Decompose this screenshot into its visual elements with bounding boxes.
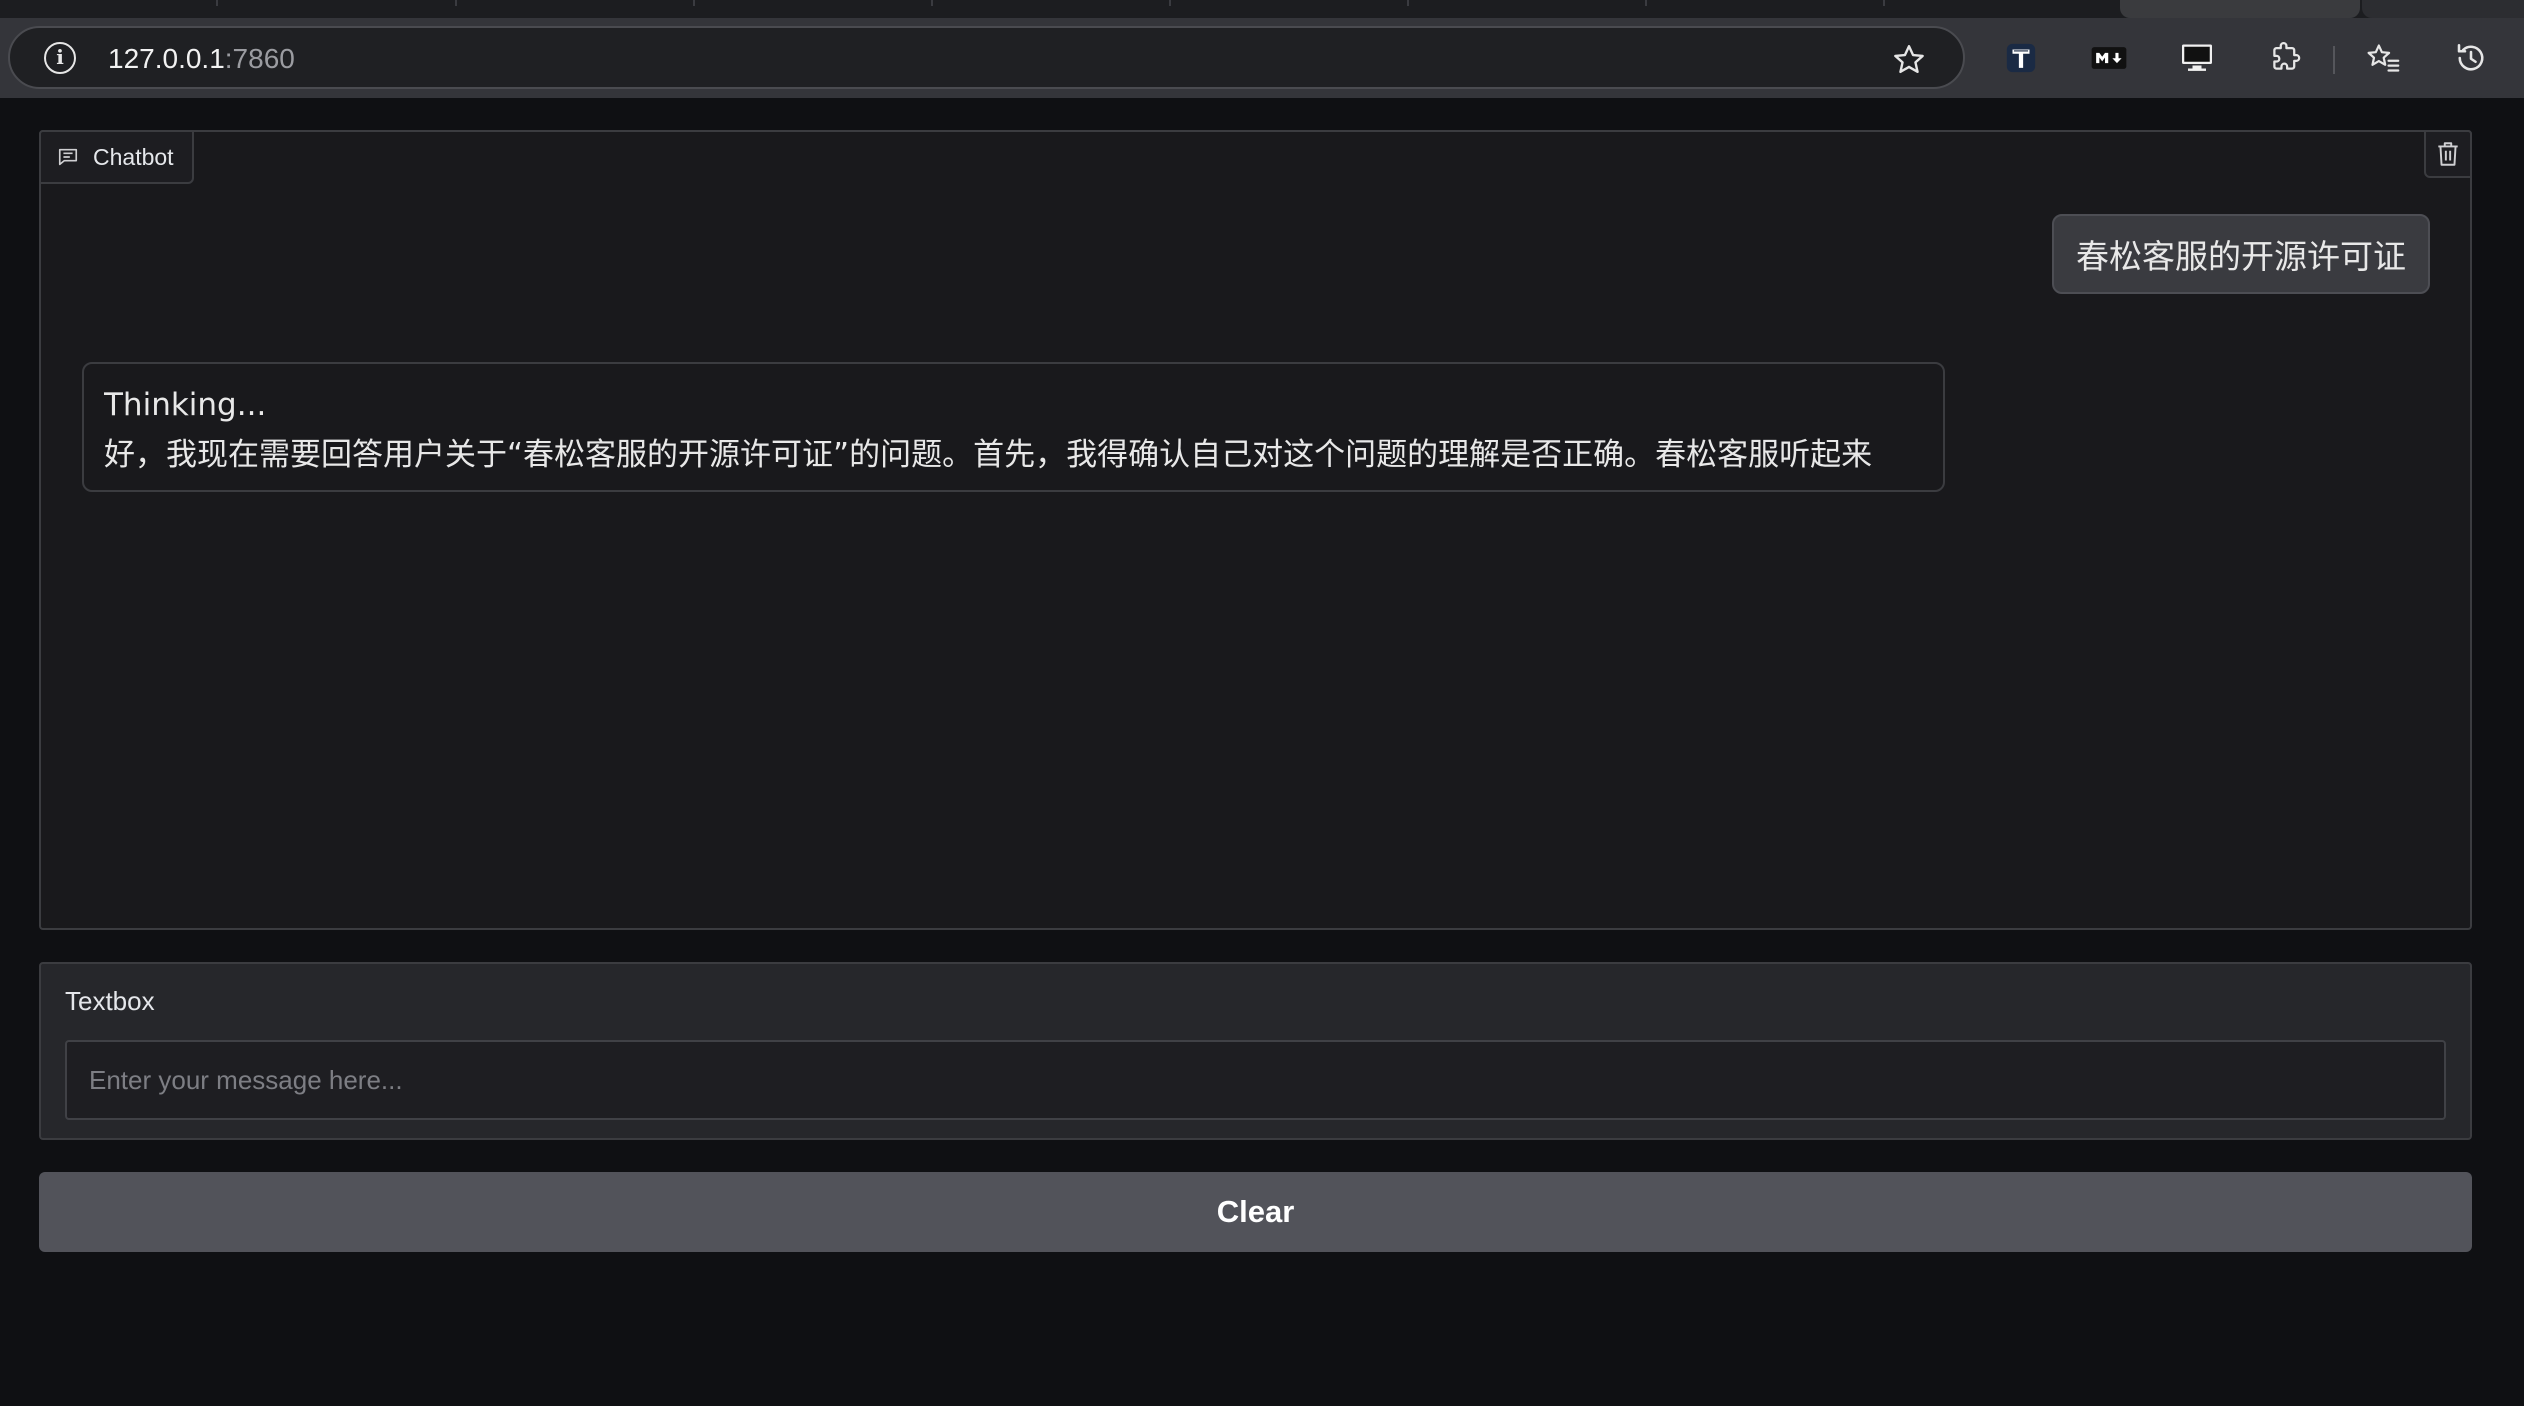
active-tab[interactable] [2120,0,2360,18]
markdown-extension-icon[interactable] [2087,36,2131,80]
trash-icon [2438,142,2458,166]
tab-separator [216,0,218,6]
browser-toolbar: i 127.0.0.1:7860 [0,18,2524,98]
puzzle-piece-icon[interactable] [2263,36,2307,80]
tab-separator [1883,0,1885,6]
bot-message-line: Thinking... [104,387,267,423]
address-bar[interactable]: i 127.0.0.1:7860 [8,26,1965,89]
bot-message-line: 好，我现在需要回答用户关于“春松客服的开源许可证”的问题。首先，我得确认自己对这… [104,437,1873,473]
info-circle-icon[interactable]: i [44,42,76,74]
url-text[interactable]: 127.0.0.1:7860 [108,42,295,76]
bot-message: Thinking... 好，我现在需要回答用户关于“春松客服的开源许可证”的问题… [82,362,1945,492]
chatbot-label: Chatbot [39,130,194,184]
chat-bubble-icon [58,148,78,166]
tab-separator [1645,0,1647,6]
tab[interactable] [2362,0,2524,18]
tab-strip [0,0,2524,18]
user-message: 春松客服的开源许可证 [2052,214,2430,294]
tab-separator [693,0,695,6]
textbox-label: Textbox [65,986,155,1016]
clear-button[interactable]: Clear [39,1172,2472,1252]
message-input[interactable] [65,1040,2446,1120]
toolbar-divider [2333,46,2335,74]
chatbot-panel: Chatbot 春松客服的开源许可证 Thinking... 好，我现在需要回答… [39,130,2472,930]
tab-separator [1407,0,1409,6]
chatbot-label-text: Chatbot [93,143,174,170]
history-icon[interactable] [2449,36,2493,80]
url-port: :7860 [224,43,295,74]
clear-chat-button[interactable] [2424,130,2472,178]
star-outline-icon[interactable] [1891,42,1927,78]
tab-separator [931,0,933,6]
monitor-extension-icon[interactable] [2175,36,2219,80]
textbox-block: Textbox [39,962,2472,1140]
favorites-star-icon[interactable] [2361,36,2405,80]
tab-separator [455,0,457,6]
url-host: 127.0.0.1 [108,43,225,74]
typora-extension-icon[interactable] [1999,36,2043,80]
tab-separator [1169,0,1171,6]
